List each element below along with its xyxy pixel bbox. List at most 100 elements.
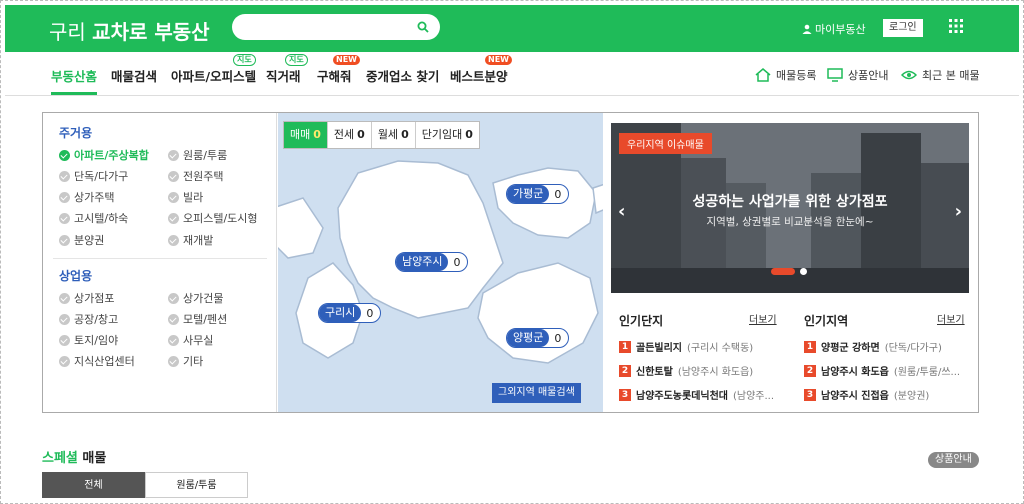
- region-pin-gapyeong[interactable]: 가평군 0: [506, 184, 570, 204]
- filter-detached[interactable]: 단독/다가구: [59, 168, 128, 184]
- product-info-button[interactable]: 상품안내: [928, 452, 979, 468]
- property-type-filters: 주거용 아파트/주상복합 원룸/투룸 단독/다가구 전원주택 상가주택 빌라 고…: [43, 113, 277, 412]
- popular-region-item[interactable]: 3 남양주시 진접읍 (분양권): [804, 387, 929, 402]
- nav-agency-search[interactable]: 중개업소 찾기: [366, 66, 439, 85]
- nav-listing-search[interactable]: 매물검색: [111, 66, 157, 85]
- filter-officetel[interactable]: 오피스텔/도시형: [168, 210, 258, 226]
- chevron-right-icon[interactable]: ›: [955, 201, 962, 222]
- region-map[interactable]: 매매 0 전세 0 월세 0 단기임대 0 가평군 0 남양주시 0 구리시 0 양평군 0 그…: [278, 113, 603, 412]
- filter-knowledge-center[interactable]: 지식산업센터: [59, 353, 135, 369]
- special-tab-all[interactable]: 전체: [42, 472, 145, 498]
- item-desc: (남양주시 화도읍): [677, 367, 754, 378]
- nav-direct-deal[interactable]: 직거래: [266, 66, 301, 85]
- region-pin-namyangju[interactable]: 남양주시 0: [395, 252, 469, 272]
- right-column: 우리지역 이슈매물 성공하는 사업가를 위한 상가점포 지역별, 상권별로 비교…: [604, 113, 978, 412]
- item-name: 남양주도농롯데닉천대: [636, 391, 728, 402]
- check-icon: [59, 234, 70, 246]
- promo-banner[interactable]: 우리지역 이슈매물 성공하는 사업가를 위한 상가점포 지역별, 상권별로 비교…: [611, 123, 969, 293]
- chevron-left-icon[interactable]: ‹: [618, 201, 625, 222]
- item-desc: (단독/다가구): [884, 343, 942, 354]
- filter-label: 기타: [183, 355, 204, 368]
- other-region-search-button[interactable]: 그외지역 매물검색: [492, 383, 581, 403]
- map-tag: 지도: [285, 54, 308, 66]
- nav-apartment[interactable]: 아파트/오피스텔: [171, 66, 256, 85]
- search-panel: 주거용 아파트/주상복합 원룸/투룸 단독/다가구 전원주택 상가주택 빌라 고…: [42, 112, 979, 413]
- region-pin-guri[interactable]: 구리시 0: [318, 303, 382, 323]
- tab-sale[interactable]: 매매 0: [284, 122, 328, 148]
- tab-label: 월세: [377, 128, 399, 141]
- tab-jeonse[interactable]: 전세 0: [328, 122, 372, 148]
- logo-brand: 교차로 부동산: [92, 20, 210, 44]
- site-logo[interactable]: 구리 교차로 부동산: [49, 16, 210, 45]
- filter-goshitel[interactable]: 고시텔/하숙: [59, 210, 128, 226]
- popular-complex-more[interactable]: 더보기: [749, 311, 777, 326]
- tab-short-term[interactable]: 단기임대 0: [416, 122, 479, 148]
- deal-type-tabs: 매매 0 전세 0 월세 0 단기임대 0: [283, 121, 480, 149]
- special-accent: 스페셜: [42, 451, 78, 466]
- filter-shop[interactable]: 상가점포: [59, 290, 114, 306]
- region-count: 0: [366, 306, 374, 320]
- check-icon: [59, 355, 70, 367]
- popular-complex-item[interactable]: 1 골든빌리지 (구리시 수택동): [619, 339, 753, 354]
- filter-label: 재개발: [183, 234, 214, 247]
- pagination-dot[interactable]: [800, 268, 807, 275]
- filter-land[interactable]: 토지/임야: [59, 332, 118, 348]
- region-pin-yangpyeong[interactable]: 양평군 0: [506, 328, 570, 348]
- filter-commercial-building[interactable]: 상가건물: [168, 290, 223, 306]
- banner-title: 성공하는 사업가를 위한 상가점포: [692, 194, 888, 210]
- register-listing-link[interactable]: 매물등록: [755, 67, 816, 83]
- check-icon: [168, 191, 179, 203]
- filter-etc[interactable]: 기타: [168, 353, 203, 369]
- special-tab-oneroom[interactable]: 원룸/투룸: [145, 472, 248, 498]
- filter-factory[interactable]: 공장/창고: [59, 311, 118, 327]
- popular-region-item[interactable]: 1 양평군 강하면 (단독/다가구): [804, 339, 942, 354]
- filter-shop-house[interactable]: 상가주택: [59, 189, 114, 205]
- special-tabs: 전체 원룸/투룸: [42, 472, 248, 498]
- popular-region-more[interactable]: 더보기: [937, 311, 965, 326]
- new-tag: NEW: [333, 55, 360, 65]
- my-realestate-link[interactable]: 마이부동산: [802, 21, 866, 37]
- check-icon: [168, 292, 179, 304]
- search-icon[interactable]: [417, 21, 429, 33]
- filter-apartment[interactable]: 아파트/주상복합: [59, 147, 149, 163]
- nav-wanted[interactable]: 구해줘: [317, 66, 352, 85]
- popular-region-title: 인기지역: [804, 314, 849, 328]
- special-listings-title: 스페셜 매물: [42, 447, 106, 466]
- commercial-title: 상업용: [59, 269, 93, 283]
- pagination-dot-active[interactable]: [771, 268, 795, 275]
- filter-redevelopment[interactable]: 재개발: [168, 232, 213, 248]
- filter-villa[interactable]: 빌라: [168, 189, 203, 205]
- check-icon: [59, 191, 70, 203]
- filter-office[interactable]: 사무실: [168, 332, 213, 348]
- check-icon: [168, 234, 179, 246]
- banner-pagination: [771, 268, 807, 275]
- tab-monthly[interactable]: 월세 0: [372, 122, 416, 148]
- filter-country-house[interactable]: 전원주택: [168, 168, 223, 184]
- product-info-link[interactable]: 상품안내: [827, 67, 888, 83]
- popular-region-item[interactable]: 2 남양주시 화도읍 (원룸/투룸/쓰...: [804, 363, 960, 378]
- recently-viewed-link[interactable]: 최근 본 매물: [901, 67, 980, 83]
- search-box: [232, 14, 440, 40]
- check-icon: [59, 212, 70, 224]
- home-icon: [755, 68, 771, 82]
- grid-menu-icon[interactable]: [948, 18, 964, 34]
- nav-home[interactable]: 부동산홈: [51, 66, 97, 85]
- item-name: 남양주시 화도읍: [821, 367, 889, 378]
- check-icon: [168, 212, 179, 224]
- search-input[interactable]: [244, 14, 414, 40]
- new-tag: NEW: [485, 55, 512, 65]
- login-button[interactable]: 로그인: [883, 19, 923, 37]
- region-count: 0: [554, 187, 562, 201]
- filter-motel[interactable]: 모텔/펜션: [168, 311, 227, 327]
- nav-best-presale[interactable]: 베스트분양: [450, 66, 508, 85]
- region-count: 0: [453, 255, 461, 269]
- region-name: 가평군: [507, 185, 550, 203]
- popular-complex-item[interactable]: 3 남양주도농롯데닉천대 (남양주...: [619, 387, 774, 402]
- filter-label: 전원주택: [183, 170, 224, 183]
- popular-complex-item[interactable]: 2 신한토탈 (남양주시 화도읍): [619, 363, 753, 378]
- product-info-label: 상품안내: [848, 69, 889, 82]
- residential-title: 주거용: [59, 126, 93, 140]
- filter-label: 지식산업센터: [74, 355, 135, 368]
- filter-presale-right[interactable]: 분양권: [59, 232, 104, 248]
- filter-oneroom[interactable]: 원룸/투룸: [168, 147, 227, 163]
